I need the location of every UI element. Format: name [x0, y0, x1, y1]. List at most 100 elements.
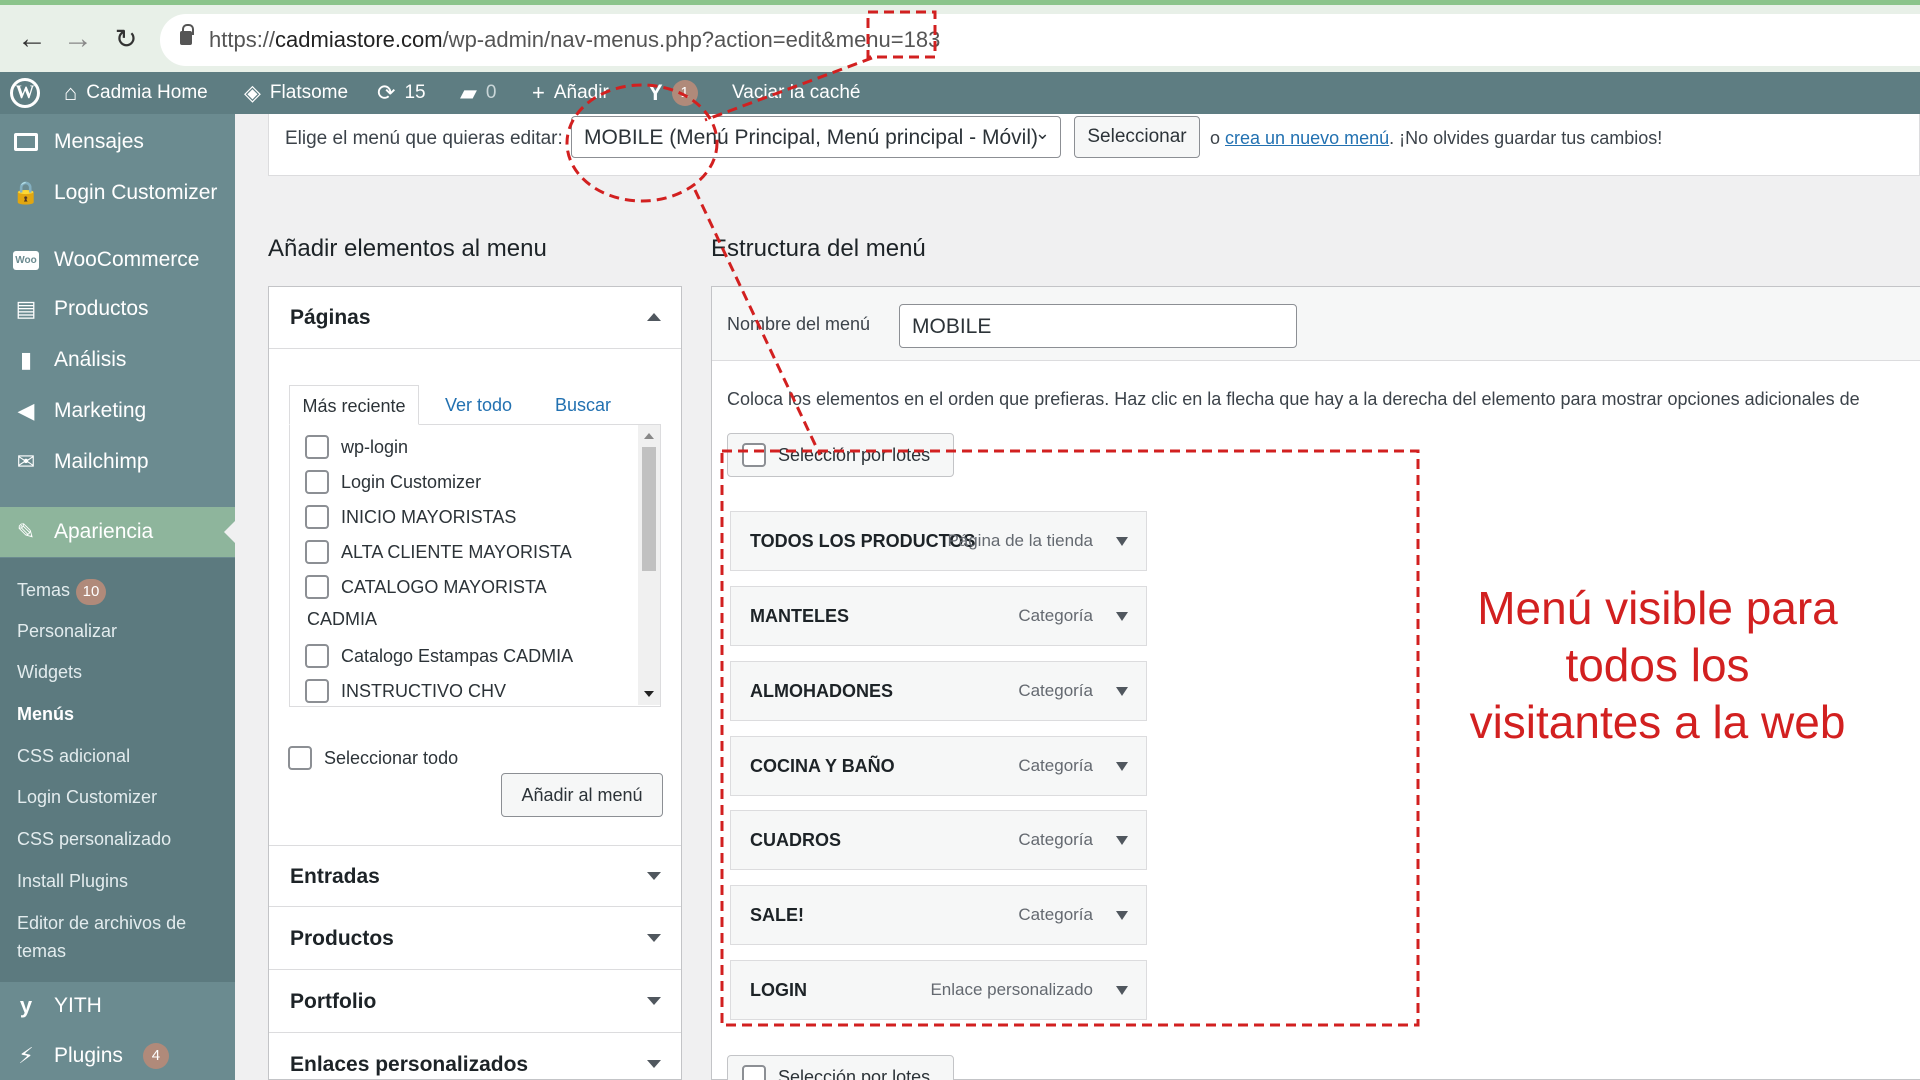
sidebar-item-login-customizer[interactable]: 🔒 Login Customizer — [0, 168, 235, 218]
comment-icon: ▰ — [460, 80, 477, 105]
chevron-down-icon — [647, 872, 661, 880]
scroll-down-icon[interactable] — [644, 691, 654, 697]
checkbox[interactable] — [305, 679, 329, 703]
annotation-text: Menú visible para todos los visitantes a… — [1469, 582, 1846, 748]
submenu-temas[interactable]: Temas 10 — [17, 579, 107, 605]
submenu-css-adicional[interactable]: CSS adicional — [17, 746, 130, 767]
checkbox[interactable] — [305, 540, 329, 564]
menu-name-input[interactable]: MOBILE — [899, 304, 1297, 348]
paintbrush-icon: ✎ — [16, 519, 36, 544]
tab-mas-reciente[interactable]: Más reciente — [289, 385, 419, 425]
sidebar-item-productos[interactable]: ▤ Productos — [0, 284, 235, 334]
list-item[interactable]: INICIO MAYORISTAS — [305, 505, 516, 529]
sidebar-item-woocommerce[interactable]: Woo WooCommerce — [0, 235, 235, 285]
bulk-select-button[interactable]: Selección por lotes — [727, 433, 954, 477]
select-button[interactable]: Seleccionar — [1074, 116, 1200, 158]
accordion-entradas[interactable]: Entradas — [269, 845, 681, 907]
expand-arrow-icon[interactable] — [1116, 836, 1128, 845]
checkbox[interactable] — [305, 505, 329, 529]
list-item[interactable]: CATALOGO MAYORISTA — [305, 575, 547, 599]
expand-arrow-icon[interactable] — [1116, 537, 1128, 546]
expand-arrow-icon[interactable] — [1116, 911, 1128, 920]
admin-bar-yoast[interactable]: Y1 — [648, 72, 698, 114]
checkbox[interactable] — [305, 435, 329, 459]
address-bar[interactable]: https://cadmiastore.com/wp-admin/nav-men… — [160, 14, 1920, 66]
back-arrow-icon[interactable]: ← — [14, 21, 50, 57]
list-item[interactable]: Catalogo Estampas CADMIA — [305, 644, 573, 668]
submenu-css-personalizado[interactable]: CSS personalizado — [17, 829, 171, 850]
admin-bar-updates[interactable]: ⟳ 15 — [377, 72, 426, 114]
checkbox[interactable] — [742, 1065, 766, 1080]
menu-item-row[interactable]: ALMOHADONES Categoría — [730, 661, 1147, 721]
menu-name-row: Nombre del menú MOBILE — [712, 287, 1920, 361]
tab-ver-todo[interactable]: Ver todo — [445, 385, 512, 425]
menu-item-row[interactable]: COCINA Y BAÑO Categoría — [730, 736, 1147, 796]
chevron-down-icon — [647, 1060, 661, 1068]
megaphone-icon: ◀ — [17, 398, 35, 423]
accordion-enlaces-personalizados[interactable]: Enlaces personalizados — [269, 1034, 681, 1080]
sidebar-item-mailchimp[interactable]: ✉ Mailchimp — [0, 437, 235, 487]
list-item[interactable]: ALTA CLIENTE MAYORISTA — [305, 540, 572, 564]
checkbox[interactable] — [305, 470, 329, 494]
menu-item-row[interactable]: TODOS LOS PRODUCTOS Página de la tienda — [730, 511, 1147, 571]
expand-arrow-icon[interactable] — [1116, 986, 1128, 995]
add-to-menu-button[interactable]: Añadir al menú — [501, 773, 663, 817]
submenu-login-customizer[interactable]: Login Customizer — [17, 787, 157, 808]
checkbox[interactable] — [742, 443, 766, 467]
tab-buscar[interactable]: Buscar — [555, 385, 611, 425]
create-menu-text: o crea un nuevo menú. ¡No olvides guarda… — [1210, 128, 1663, 148]
expand-arrow-icon[interactable] — [1116, 612, 1128, 621]
menu-structure-title: Estructura del menú — [711, 235, 926, 262]
menu-item-row[interactable]: LOGIN Enlace personalizado — [730, 960, 1147, 1020]
lock-icon — [180, 24, 194, 45]
accordion-paginas[interactable]: Páginas — [269, 287, 681, 349]
wordpress-logo-icon[interactable]: W — [10, 72, 40, 114]
menu-select-dropdown[interactable]: MOBILE (Menú Principal, Menú principal -… — [571, 116, 1061, 158]
submenu-theme-editor-line2[interactable]: temas — [17, 941, 66, 962]
submenu-widgets[interactable]: Widgets — [17, 662, 82, 683]
reload-icon[interactable]: ↻ — [108, 21, 144, 57]
pages-list: wp-login Login Customizer INICIO MAYORIS… — [289, 425, 661, 707]
menu-item-row[interactable]: SALE! Categoría — [730, 885, 1147, 945]
plus-icon: + — [532, 80, 545, 105]
bulk-select-button-bottom[interactable]: Selección por lotes — [727, 1055, 954, 1080]
checkbox[interactable] — [305, 644, 329, 668]
admin-bar-site[interactable]: ⌂ Cadmia Home — [64, 72, 208, 114]
submenu-theme-editor[interactable]: Editor de archivos de — [17, 913, 186, 934]
admin-bar-add-new[interactable]: + Añadir — [532, 72, 609, 114]
accordion-productos[interactable]: Productos — [269, 908, 681, 970]
sidebar-item-analisis[interactable]: ▮ Análisis — [0, 335, 235, 385]
forward-arrow-icon[interactable]: → — [60, 21, 96, 57]
scrollbar[interactable] — [638, 425, 660, 705]
submenu-personalizar[interactable]: Personalizar — [17, 621, 117, 642]
list-item[interactable]: Login Customizer — [305, 470, 481, 494]
checkbox[interactable] — [288, 746, 312, 770]
list-item[interactable]: INSTRUCTIVO CHV — [305, 679, 506, 703]
expand-arrow-icon[interactable] — [1116, 762, 1128, 771]
admin-bar-clear-cache[interactable]: Vaciar la caché — [732, 72, 861, 114]
expand-arrow-icon[interactable] — [1116, 687, 1128, 696]
select-all[interactable]: Seleccionar todo — [288, 746, 458, 770]
menu-select-bar: Elige el menú que quieras editar: MOBILE… — [268, 114, 1920, 176]
chevron-down-icon: ⌄ — [1034, 123, 1050, 143]
create-new-menu-link[interactable]: crea un nuevo menú — [1225, 128, 1389, 148]
sidebar-item-yith[interactable]: y YITH — [0, 981, 235, 1031]
menu-item-row[interactable]: CUADROS Categoría — [730, 810, 1147, 870]
admin-bar-comments[interactable]: ▰ 0 — [460, 72, 497, 114]
submenu-install-plugins[interactable]: Install Plugins — [17, 871, 128, 892]
sidebar-item-mensajes[interactable]: Mensajes — [0, 117, 235, 167]
updates-icon: ⟳ — [377, 80, 396, 105]
sidebar-item-plugins[interactable]: ⚡ Plugins 4 — [0, 1031, 235, 1080]
admin-bar-theme[interactable]: ◈ Flatsome — [244, 72, 348, 114]
sidebar-item-marketing[interactable]: ◀ Marketing — [0, 386, 235, 436]
admin-bar: W ⌂ Cadmia Home ◈ Flatsome ⟳ 15 ▰ 0 + Añadir … — [0, 72, 1920, 114]
list-item[interactable]: wp-login — [305, 435, 408, 459]
scroll-up-icon[interactable] — [644, 433, 654, 439]
active-indicator — [224, 521, 235, 543]
checkbox[interactable] — [305, 575, 329, 599]
sidebar-item-apariencia[interactable]: ✎ Apariencia — [0, 507, 235, 557]
submenu-menus[interactable]: Menús — [17, 704, 74, 725]
scroll-thumb[interactable] — [642, 447, 656, 571]
accordion-portfolio[interactable]: Portfolio — [269, 971, 681, 1033]
menu-item-row[interactable]: MANTELES Categoría — [730, 586, 1147, 646]
